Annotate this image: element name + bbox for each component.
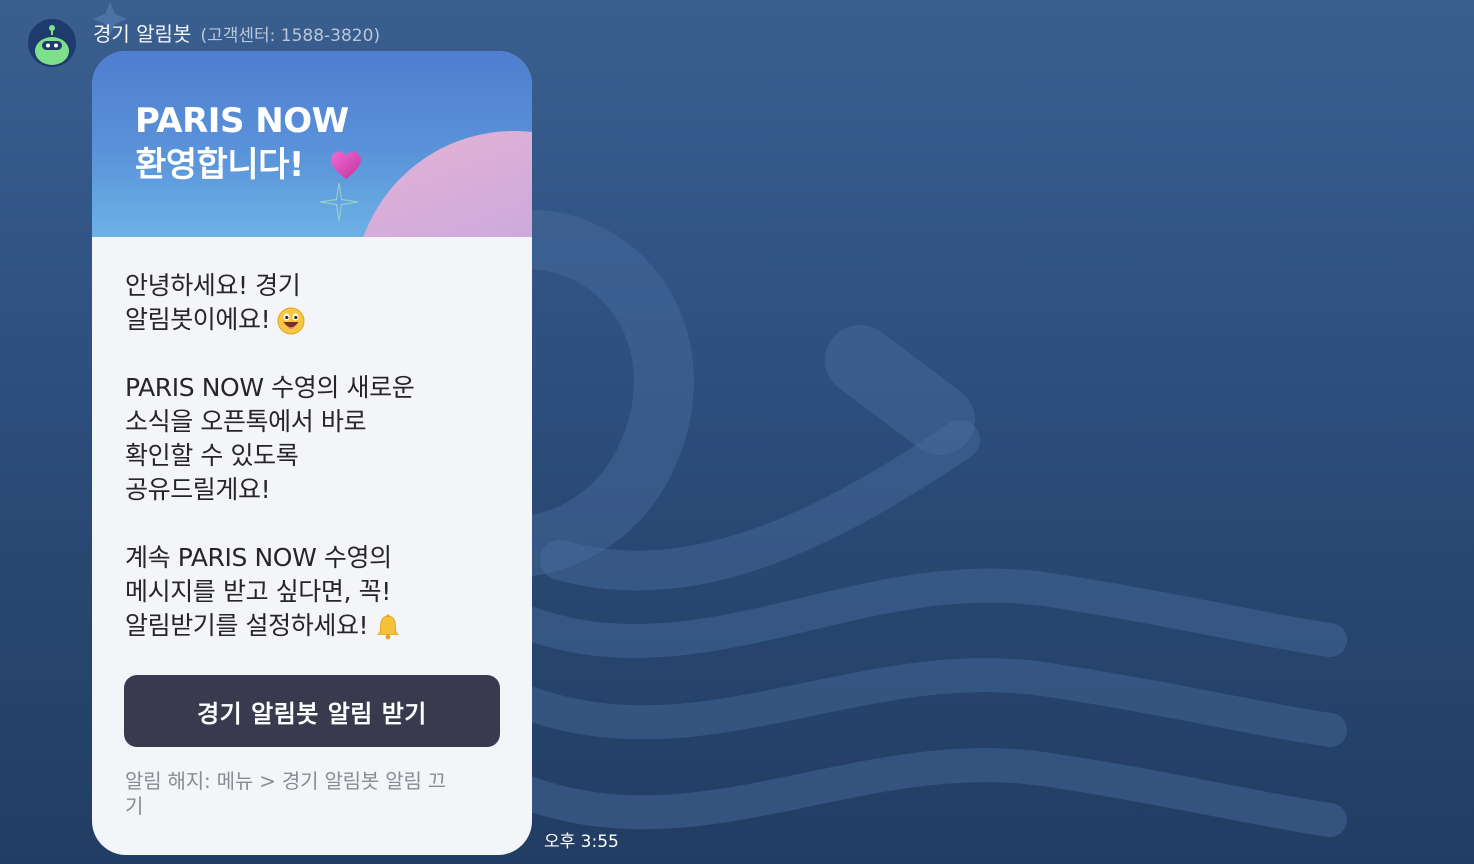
message-timestamp: 오후 3:55 [544,832,619,852]
message-paragraph: 계속 PARIS NOW 수영의 메시지를 받고 싶다면, 꼭! 알림받기를 설… [125,541,505,643]
sparkle-icon [319,182,359,222]
message-line: 알림봇이에요! [125,305,271,334]
message-line: 공유드릴게요! [125,475,271,504]
message-line-with-icon: 알림받기를 설정하세요! [125,609,505,643]
banner-title-line2: 환영합니다! [135,145,304,185]
banner-title-line1: PARIS NOW [135,101,349,141]
message-line: 안녕하세요! 경기 [125,271,301,300]
message-line: 확인할 수 있도록 [125,441,299,470]
message-bubble: PARIS NOW 환영합니다! 안녕하세요! 경기 알림봇이에요! PARIS… [92,51,532,855]
message-paragraph: 안녕하세요! 경기 알림봇이에요! [125,269,505,337]
message-line: 메시지를 받고 싶다면, 꼭! [125,577,391,606]
unsubscribe-hint: 알림 해지: 메뉴 > 경기 알림봇 알림 끄 기 [125,769,495,819]
banner-decoration [354,131,532,237]
customer-center-number: (고객센터: 1588-3820) [200,26,381,46]
message-line-with-icon: 알림봇이에요! [125,303,505,337]
sender-avatar[interactable] [28,19,76,67]
banner-title: PARIS NOW 환영합니다! [135,99,349,187]
sender-header: 경기 알림봇 (고객센터: 1588-3820) [93,18,380,46]
robot-icon [28,19,76,67]
message-paragraph: PARIS NOW 수영의 새로운 소식을 오픈톡에서 바로 확인할 수 있도록… [125,371,505,507]
subscribe-alerts-button[interactable]: 경기 알림봇 알림 받기 [124,675,500,747]
message-line: 소식을 오픈톡에서 바로 [125,407,367,436]
unsubscribe-hint-line: 알림 해지: 메뉴 > 경기 알림봇 알림 끄 [125,769,446,793]
message-body: 안녕하세요! 경기 알림봇이에요! PARIS NOW 수영의 새로운 소식을 … [125,269,505,643]
message-line: PARIS NOW 수영의 새로운 [125,373,415,402]
sender-name: 경기 알림봇 [93,22,192,46]
bell-emoji-icon [377,614,399,640]
welcome-banner: PARIS NOW 환영합니다! [92,51,532,237]
heart-icon [331,151,361,179]
message-line: 알림받기를 설정하세요! [125,611,369,640]
unsubscribe-hint-line: 기 [125,794,144,818]
grinning-face-emoji-icon [277,307,305,335]
message-line: 계속 PARIS NOW 수영의 [125,543,392,572]
